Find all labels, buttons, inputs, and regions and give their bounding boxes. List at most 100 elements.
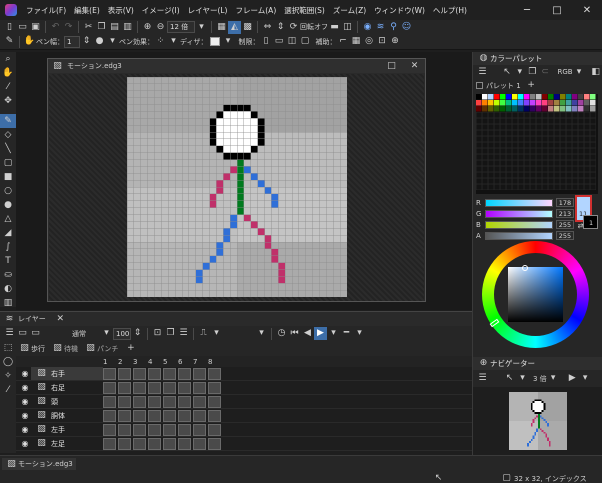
palette-swatch-empty[interactable] <box>505 153 512 160</box>
frame-cell[interactable] <box>163 395 176 408</box>
palette-swatch-empty[interactable] <box>529 165 536 172</box>
pen-effect-dropdown-icon[interactable]: ▾ <box>167 35 180 48</box>
palette-swatch-empty[interactable] <box>481 183 488 190</box>
palette-swatch[interactable] <box>548 94 554 100</box>
palette-swatch-empty[interactable] <box>529 147 536 154</box>
palette-swatch-empty[interactable] <box>523 147 530 154</box>
filled-ellipse-tool-icon[interactable]: ● <box>0 198 16 212</box>
palette-swatch-empty[interactable] <box>553 171 560 178</box>
frame-cell[interactable] <box>163 409 176 422</box>
palette-swatch-empty[interactable] <box>481 129 488 136</box>
frame-cell[interactable] <box>118 409 131 422</box>
frame-cell[interactable] <box>178 381 191 394</box>
add-tab-icon[interactable]: + <box>124 342 137 355</box>
palette-swatch-empty[interactable] <box>529 141 536 148</box>
palette-swatch-empty[interactable] <box>577 147 584 154</box>
limit-option-3-icon[interactable]: ◫ <box>286 35 299 48</box>
document-maximize-icon[interactable]: □ <box>385 60 398 73</box>
palette-swatch-empty[interactable] <box>577 135 584 142</box>
frame-cell[interactable] <box>118 381 131 394</box>
palette-swatch-empty[interactable] <box>541 159 548 166</box>
palette-swatch-empty[interactable] <box>493 165 500 172</box>
assist-target-icon[interactable]: ⊕ <box>389 35 402 48</box>
palette-swatch-empty[interactable] <box>523 135 530 142</box>
palette-swatch-empty[interactable] <box>565 111 572 118</box>
palette-swatch[interactable] <box>518 106 524 112</box>
palette-swatch[interactable] <box>542 100 548 106</box>
palette-swatch[interactable] <box>512 106 518 112</box>
hue-marker[interactable] <box>489 318 500 328</box>
cat-icon[interactable]: ☺ <box>400 21 413 34</box>
document-tab[interactable]: ▧ モーション.edg3 <box>2 458 76 470</box>
palette-swatch-empty[interactable] <box>529 171 536 178</box>
palette-swatch-empty[interactable] <box>487 153 494 160</box>
palette-swatch-empty[interactable] <box>529 111 536 118</box>
palette-swatch-empty[interactable] <box>577 129 584 136</box>
palette-swatch-empty[interactable] <box>565 183 572 190</box>
grid-icon[interactable]: ▩ <box>241 21 254 34</box>
polygon-tool-icon[interactable]: △ <box>0 212 16 226</box>
limit-option-2-icon[interactable]: ▭ <box>273 35 286 48</box>
frame-cell[interactable] <box>103 381 116 394</box>
layer-menu-icon[interactable]: ☰ <box>3 327 16 340</box>
open-folder-icon[interactable]: ▭ <box>16 21 29 34</box>
frame-cell[interactable] <box>163 381 176 394</box>
frame-cell[interactable] <box>148 409 161 422</box>
palette-swatch-empty[interactable] <box>583 147 590 154</box>
add-palette-icon[interactable]: + <box>525 79 538 92</box>
zoom-select[interactable]: 12 倍 <box>167 21 195 33</box>
palette-swatch[interactable] <box>542 94 548 100</box>
palette-swatch-empty[interactable] <box>523 111 530 118</box>
frame-cell[interactable] <box>193 409 206 422</box>
palette-swatch-empty[interactable] <box>583 117 590 124</box>
palette-swatch-empty[interactable] <box>476 153 482 160</box>
palette-swatch-empty[interactable] <box>517 117 524 124</box>
palette-tab[interactable]: パレット 1 <box>486 81 521 91</box>
palette-swatch[interactable] <box>554 94 560 100</box>
zoom-in-icon[interactable]: ⊕ <box>141 21 154 34</box>
palette-swatch-empty[interactable] <box>505 123 512 130</box>
visibility-eye-icon[interactable]: ◉ <box>19 425 31 434</box>
palette-swatch-empty[interactable] <box>476 129 482 136</box>
zoom-out-icon[interactable]: ⊖ <box>154 21 167 34</box>
palette-swatch-empty[interactable] <box>553 183 560 190</box>
palette-swatch[interactable] <box>476 106 482 112</box>
palette-swatch-empty[interactable] <box>541 141 548 148</box>
frame-cell[interactable] <box>163 437 176 450</box>
palette-swatch-empty[interactable] <box>493 171 500 178</box>
palette-swatch-empty[interactable] <box>499 117 506 124</box>
palette-swatch[interactable] <box>584 100 590 106</box>
palette-swatch-empty[interactable] <box>577 153 584 160</box>
hand-tool-icon[interactable]: ✋ <box>0 66 16 80</box>
onion-skin-icon[interactable]: ◭ <box>228 20 241 34</box>
palette-swatch-empty[interactable] <box>547 177 554 184</box>
palette-swatch-empty[interactable] <box>583 111 590 118</box>
magic-wand-icon[interactable]: ✧ <box>0 369 16 383</box>
palette-swatch-empty[interactable] <box>583 177 590 184</box>
palette-swatch[interactable] <box>500 106 506 112</box>
palette-swatch[interactable] <box>476 94 482 100</box>
palette-swatch-empty[interactable] <box>499 153 506 160</box>
palette-swatch-empty[interactable] <box>517 171 524 178</box>
palette-swatch-empty[interactable] <box>577 123 584 130</box>
palette-swatch-empty[interactable] <box>571 135 578 142</box>
palette-swatch-empty[interactable] <box>481 117 488 124</box>
frame-cell[interactable] <box>148 395 161 408</box>
palette-swatch-empty[interactable] <box>571 171 578 178</box>
frame-cell[interactable] <box>178 395 191 408</box>
color-mode-select[interactable]: RGB <box>558 68 573 76</box>
palette-swatch-empty[interactable] <box>481 111 488 118</box>
palette-swatch-empty[interactable] <box>505 147 512 154</box>
fill-tool-icon[interactable]: ⛀ <box>0 268 16 282</box>
palette-swatch-empty[interactable] <box>577 171 584 178</box>
palette-swatch-empty[interactable] <box>565 159 572 166</box>
palette-swatch-empty[interactable] <box>589 111 596 118</box>
limit-option-4-icon[interactable]: ▢ <box>299 35 312 48</box>
palette-swatch-empty[interactable] <box>547 141 554 148</box>
palette-swatch-empty[interactable] <box>553 147 560 154</box>
palette-swatch-empty[interactable] <box>505 111 512 118</box>
play-icon[interactable]: ▶ <box>314 327 327 340</box>
cut-icon[interactable]: ✂ <box>82 21 95 34</box>
palette-swatch-empty[interactable] <box>565 123 572 130</box>
layer-row[interactable]: ◉ ▧ 右足 <box>16 381 472 395</box>
